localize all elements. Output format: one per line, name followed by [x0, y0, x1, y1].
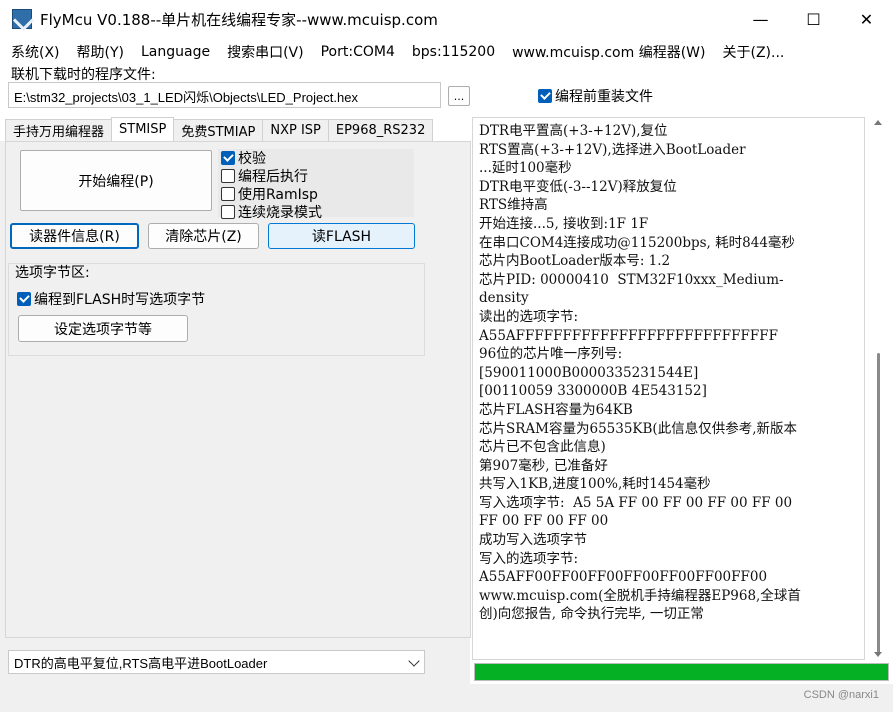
browse-file-button[interactable]: ...: [448, 86, 470, 106]
menu-language[interactable]: Language: [141, 44, 210, 60]
read-flash-button[interactable]: 读FLASH: [268, 223, 415, 249]
log-line: 芯片PID: 00000410 STM32F10xxx_Medium-: [479, 271, 784, 288]
log-line: 在串口COM4连接成功@115200bps, 耗时844毫秒: [479, 234, 795, 251]
menu-programmer[interactable]: www.mcuisp.com 编程器(W): [512, 42, 705, 62]
tab-stmisp[interactable]: STMISP: [111, 117, 175, 141]
run-after-program-label: 编程后执行: [238, 169, 308, 185]
use-ramisp-label: 使用RamIsp: [238, 187, 318, 203]
maximize-button[interactable]: ☐: [787, 0, 840, 38]
menu-search-port[interactable]: 搜索串口(V): [227, 42, 304, 62]
log-line: www.mcuisp.com(全脱机手持编程器EP968,全球首: [479, 587, 801, 604]
tab-ep968-rs232[interactable]: EP968_RS232: [327, 119, 434, 141]
window-title: FlyMcu V0.188--单片机在线编程专家--www.mcuisp.com: [40, 10, 438, 29]
maximize-icon: ☐: [806, 9, 821, 29]
log-line: A55AFFFFFFFFFFFFFFFFFFFFFFFFFFFF: [479, 327, 778, 344]
log-line: 创)向您报告, 命令执行完毕, 一切正常: [479, 606, 704, 623]
watermark-text: CSDN @narxi1: [803, 689, 879, 701]
log-line: ...延时100毫秒: [479, 160, 572, 177]
log-line: RTS维持高: [479, 197, 548, 214]
log-line: 96位的芯片唯一序列号:: [479, 346, 623, 363]
menu-system[interactable]: 系统(X): [11, 42, 60, 62]
chevron-down-icon: [408, 655, 420, 667]
log-line: [00110059 3300000B 4E543152]: [479, 383, 707, 400]
reload-before-program-option[interactable]: 编程前重装文件: [538, 86, 653, 106]
continuous-burn-label: 连续烧录模式: [238, 205, 322, 221]
scroll-up-arrow-icon[interactable]: [874, 120, 882, 125]
close-icon: ✕: [859, 9, 874, 29]
tab-nxp-isp[interactable]: NXP ISP: [262, 119, 329, 141]
log-line: 芯片内BootLoader版本号: 1.2: [479, 253, 671, 270]
reset-mode-value: DTR的高电平复位,RTS高电平进BootLoader: [14, 655, 268, 671]
log-line: RTS置高(+3-+12V),选择进入BootLoader: [479, 141, 746, 158]
menu-bar: 系统(X) 帮助(Y) Language 搜索串口(V) Port:COM4 b…: [0, 40, 893, 64]
menu-port[interactable]: Port:COM4: [321, 44, 395, 60]
log-line: 写入的选项字节:: [479, 550, 579, 567]
program-file-label: 联机下载时的程序文件:: [11, 67, 156, 83]
start-programming-button[interactable]: 开始编程(P): [20, 150, 212, 211]
log-line: 共写入1KB,进度100%,耗时1454毫秒: [479, 476, 711, 493]
log-line: 读出的选项字节:: [479, 308, 579, 325]
run-after-program-checkbox[interactable]: [221, 169, 235, 183]
close-button[interactable]: ✕: [840, 0, 893, 38]
option-run-after-program[interactable]: 编程后执行: [221, 166, 308, 186]
option-bytes-title: 选项字节区:: [15, 265, 90, 281]
window-controls: — ☐ ✕: [734, 0, 893, 38]
log-scrollbar[interactable]: [870, 117, 887, 660]
minimize-button[interactable]: —: [734, 0, 787, 38]
option-continuous-burn[interactable]: 连续烧录模式: [221, 202, 322, 222]
log-line: 写入选项字节: A5 5A FF 00 FF 00 FF 00 FF 00: [479, 494, 793, 511]
write-option-bytes-label: 编程到FLASH时写选项字节: [34, 292, 206, 308]
scroll-down-arrow-icon[interactable]: [874, 652, 882, 657]
write-option-bytes-checkbox[interactable]: [17, 292, 31, 306]
log-line: [590011000B0000335231544E]: [479, 364, 699, 381]
log-line: DTR电平置高(+3-+12V),复位: [479, 123, 668, 139]
tab-free-stmiap[interactable]: 免费STMIAP: [173, 119, 264, 141]
log-line: A55AFF00FF00FF00FF00FF00FF00FF00: [479, 569, 768, 586]
log-line: density: [479, 290, 529, 307]
read-device-info-button[interactable]: 读器件信息(R): [10, 223, 139, 249]
verify-label: 校验: [238, 151, 266, 167]
progress-fill: [475, 664, 888, 680]
option-verify[interactable]: 校验: [221, 148, 266, 168]
program-file-path-input[interactable]: E:\stm32_projects\03_1_LED闪烁\Objects\LED…: [8, 82, 441, 108]
log-line: 成功写入选项字节: [479, 532, 587, 549]
verify-checkbox[interactable]: [221, 151, 235, 165]
title-bar: FlyMcu V0.188--单片机在线编程专家--www.mcuisp.com…: [0, 0, 893, 38]
programming-progress-bar: [474, 663, 889, 681]
use-ramisp-checkbox[interactable]: [221, 187, 235, 201]
log-line: FF 00 FF 00 FF 00: [479, 513, 609, 530]
option-use-ramisp[interactable]: 使用RamIsp: [221, 184, 318, 204]
status-bar: [0, 684, 893, 712]
log-line: DTR电平变低(-3--12V)释放复位: [479, 178, 677, 195]
continuous-burn-checkbox[interactable]: [221, 205, 235, 219]
tab-handheld-programmer[interactable]: 手持万用编程器: [5, 119, 113, 141]
write-option-bytes-option[interactable]: 编程到FLASH时写选项字节: [17, 289, 205, 309]
menu-bps[interactable]: bps:115200: [412, 44, 495, 60]
scrollbar-thumb[interactable]: [877, 353, 880, 653]
log-line: 芯片SRAM容量为65535KB(此信息仅供参考,新版本: [479, 420, 797, 437]
log-line: 开始连接...5, 接收到:1F 1F: [479, 215, 649, 232]
log-line: 第907毫秒, 已准备好: [479, 457, 608, 474]
log-line: 芯片已不包含此信息): [479, 439, 606, 456]
reset-mode-select[interactable]: DTR的高电平复位,RTS高电平进BootLoader: [8, 650, 425, 674]
reload-before-program-label: 编程前重装文件: [555, 89, 653, 105]
log-line: 芯片FLASH容量为64KB: [479, 401, 633, 418]
menu-about[interactable]: 关于(Z)...: [722, 42, 784, 62]
programmer-tabs: 手持万用编程器 STMISP 免费STMIAP NXP ISP EP968_RS…: [5, 117, 434, 141]
erase-chip-button[interactable]: 清除芯片(Z): [148, 223, 259, 249]
minimize-icon: —: [752, 9, 769, 29]
flymcu-app-icon: [12, 9, 32, 29]
set-option-bytes-button[interactable]: 设定选项字节等: [18, 315, 188, 342]
log-output[interactable]: DTR电平置高(+3-+12V),复位 RTS置高(+3-+12V),选择进入B…: [472, 117, 865, 660]
menu-help[interactable]: 帮助(Y): [77, 42, 124, 62]
reload-before-program-checkbox[interactable]: [538, 89, 552, 103]
